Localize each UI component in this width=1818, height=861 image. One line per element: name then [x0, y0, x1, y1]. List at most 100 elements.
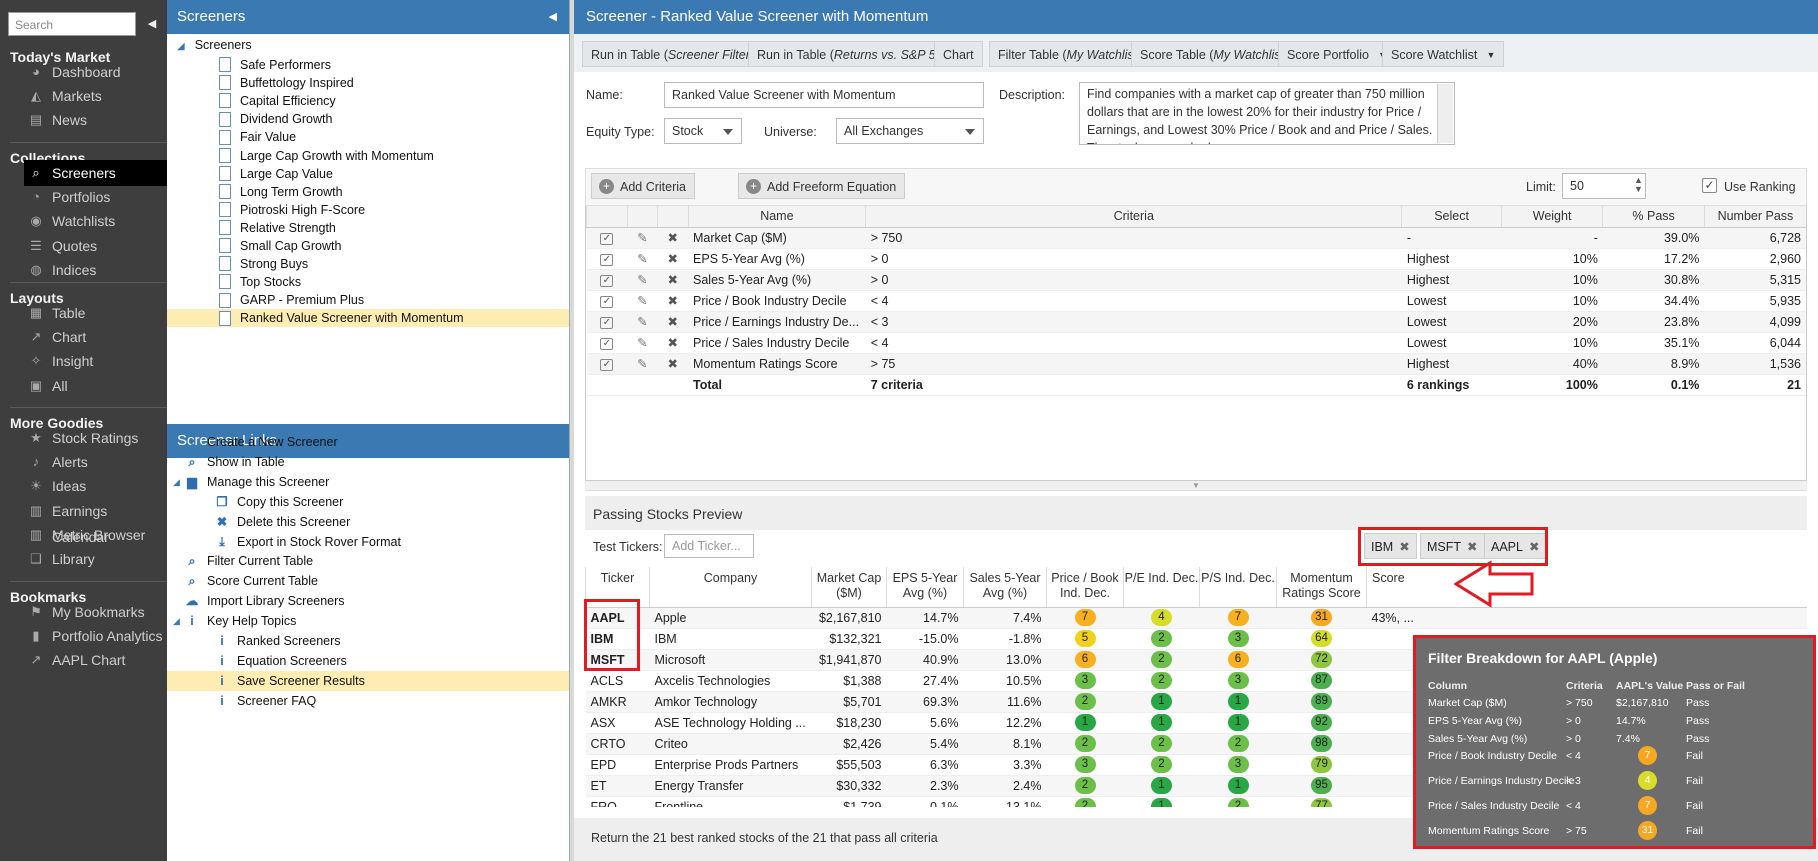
screener-item[interactable]: Buffettology Inspired [167, 74, 569, 92]
column-header[interactable]: Select [1401, 206, 1502, 228]
checkbox-icon[interactable]: ✓ [600, 359, 614, 371]
column-header[interactable] [586, 206, 628, 228]
edit-icon[interactable]: ✎ [627, 290, 658, 312]
checkbox-icon[interactable]: ✓ [600, 317, 614, 329]
collapse-panel-icon[interactable]: ◀ [549, 0, 557, 34]
edit-icon[interactable]: ✎ [627, 248, 658, 270]
column-header[interactable]: Momentum Ratings Score [1276, 567, 1367, 608]
nav-item-dashboard[interactable]: ◕ Dashboard [24, 59, 167, 85]
delete-icon[interactable]: ✖ [657, 248, 689, 270]
criteria-row[interactable]: ✓ ✎ ✖ Momentum Ratings Score > 75 Highest 40% 8… [586, 353, 1806, 375]
nav-item-library[interactable]: ❑ Library [24, 546, 167, 572]
nav-item-news[interactable]: ▤ News [24, 107, 167, 133]
screener-item[interactable]: Capital Efficiency [167, 92, 569, 110]
checkbox-icon[interactable]: ✓ [600, 233, 614, 245]
nav-item-ideas[interactable]: ☀ Ideas [24, 473, 167, 499]
screener-item[interactable]: Large Cap Growth with Momentum [167, 147, 569, 165]
checkbox-icon[interactable]: ✓ [600, 275, 614, 287]
nav-item-insight[interactable]: ✧ Insight [24, 348, 167, 374]
column-header[interactable]: P/E Ind. Dec. [1123, 567, 1200, 608]
screener-item[interactable]: Strong Buys [167, 255, 569, 273]
column-header[interactable]: Weight [1500, 206, 1603, 228]
edit-icon[interactable]: ✎ [627, 353, 658, 375]
checkbox-icon[interactable]: ✓ [600, 296, 614, 308]
checkbox-icon[interactable]: ✓ [600, 338, 614, 350]
column-header[interactable]: Company [649, 567, 812, 608]
column-header[interactable]: Name [687, 206, 866, 228]
toolbar-button-6[interactable]: Score Watchlist ▼ [1382, 41, 1505, 67]
link-score-current-table[interactable]: ⌕ Score Current Table [167, 571, 569, 591]
nav-item-stock-ratings[interactable]: ★ Stock Ratings [24, 425, 167, 451]
screener-item[interactable]: Top Stocks [167, 273, 569, 291]
collapse-nav-icon[interactable]: ◀ [142, 13, 162, 35]
edit-icon[interactable]: ✎ [627, 332, 658, 354]
column-header[interactable]: EPS 5-Year Avg (%) [886, 567, 964, 608]
screener-item[interactable]: Dividend Growth [167, 110, 569, 128]
link-create-a-new-screener[interactable]: + Create a New Screener [167, 432, 569, 452]
toolbar-button-1[interactable]: Run in Table (Returns vs. S&P 500) [748, 41, 963, 67]
row-checkbox-cell[interactable]: ✓ [586, 290, 628, 312]
row-checkbox-cell[interactable]: ✓ [586, 227, 628, 249]
nav-item-alerts[interactable]: ♪ Alerts [24, 449, 167, 475]
toolbar-button-5[interactable]: Score Portfolio▼ [1278, 41, 1396, 67]
row-checkbox-cell[interactable]: ✓ [586, 248, 628, 270]
ticker-cell[interactable]: FRO [585, 796, 650, 807]
description-scrollbar[interactable] [1437, 84, 1453, 143]
row-checkbox-cell[interactable]: ✓ [586, 353, 628, 375]
nav-item-portfolios[interactable]: ◔ Portfolios [24, 184, 167, 210]
delete-icon[interactable]: ✖ [657, 227, 689, 249]
add-ticker-input[interactable]: Add Ticker... [664, 534, 754, 558]
delete-icon[interactable]: ✖ [657, 290, 689, 312]
splitter-handle[interactable]: ▼ [585, 481, 1807, 491]
criteria-row[interactable]: ✓ ✎ ✖ Price / Earnings Industry De... < 3 Low… [586, 311, 1806, 333]
screener-item[interactable]: Large Cap Value [167, 165, 569, 183]
screener-item[interactable]: Fair Value [167, 128, 569, 146]
column-header[interactable]: Number Pass [1703, 206, 1806, 228]
delete-icon[interactable]: ✖ [657, 353, 689, 375]
edit-icon[interactable]: ✎ [627, 227, 658, 249]
name-field[interactable]: Ranked Value Screener with Momentum [664, 82, 984, 108]
screener-item[interactable]: Safe Performers [167, 56, 569, 74]
link-copy-this-screener[interactable]: ❐ Copy this Screener [167, 492, 569, 512]
nav-item-aapl-chart[interactable]: ↗ AAPL Chart [24, 647, 167, 673]
description-field[interactable]: Find companies with a market cap of grea… [1079, 82, 1455, 145]
column-header[interactable] [657, 206, 689, 228]
column-header[interactable]: P/S Ind. Dec. [1199, 567, 1277, 608]
link-delete-this-screener[interactable]: ✖ Delete this Screener [167, 512, 569, 532]
link-import-library-screeners[interactable]: ☁ Import Library Screeners [167, 591, 569, 611]
equity-type-select[interactable]: Stock [664, 118, 742, 144]
link-equation-screeners[interactable]: i Equation Screeners [167, 651, 569, 671]
toolbar-button-2[interactable]: Chart [934, 41, 983, 67]
screener-item[interactable]: Relative Strength [167, 219, 569, 237]
screener-item[interactable]: Long Term Growth [167, 183, 569, 201]
toolbar-button-3[interactable]: Filter Table (My Watchlist) [989, 41, 1151, 67]
nav-item-indices[interactable]: ◍ Indices [24, 257, 167, 283]
link-ranked-screeners[interactable]: i Ranked Screeners [167, 631, 569, 651]
nav-item-watchlists[interactable]: ◉ Watchlists [24, 208, 167, 234]
add-criteria-button[interactable]: + Add Criteria [591, 173, 695, 199]
row-checkbox-cell[interactable]: ✓ [586, 269, 628, 291]
nav-item-earnings-calendar[interactable]: ▥ Earnings Calendar [24, 498, 167, 545]
criteria-row[interactable]: ✓ ✎ ✖ EPS 5-Year Avg (%) > 0 Highest 10% 17.2% 2… [586, 248, 1806, 270]
add-equation-button[interactable]: + Add Freeform Equation [738, 173, 906, 199]
nav-item-markets[interactable]: ◭ Markets [24, 83, 167, 109]
tree-root-screeners[interactable]: ◢ Screeners [177, 35, 567, 56]
ticker-cell[interactable]: ACLS [585, 670, 650, 692]
row-checkbox-cell[interactable]: ✓ [586, 332, 628, 354]
table-row[interactable]: AAPL Apple $2,167,810 14.7% 7.4% 7 4 7 31 43%, ..… [585, 607, 1807, 629]
criteria-row[interactable]: ✓ ✎ ✖ Price / Book Industry Decile < 4 Lowest… [586, 290, 1806, 312]
column-header[interactable]: Criteria [865, 206, 1402, 228]
toolbar-button-4[interactable]: Score Table (My Watchlist) [1131, 41, 1298, 67]
delete-icon[interactable]: ✖ [657, 269, 689, 291]
nav-item-portfolio-analytics[interactable]: ▮ Portfolio Analytics [24, 623, 167, 649]
toolbar-button-0[interactable]: Run in Table (Screener Filters) [582, 41, 770, 67]
ticker-cell[interactable]: EPD [585, 754, 650, 776]
link-save-screener-results[interactable]: i Save Screener Results [167, 670, 569, 691]
screener-item[interactable]: Piotroski High F-Score [167, 201, 569, 219]
ticker-cell[interactable]: AMKR [585, 691, 650, 713]
column-header[interactable]: % Pass [1602, 206, 1705, 228]
link-export-in-stock-rover-format[interactable]: ⤓ Export in Stock Rover Format [167, 532, 569, 552]
nav-item-chart[interactable]: ↗ Chart [24, 324, 167, 350]
nav-item-table[interactable]: ▦ Table [24, 300, 167, 326]
edit-icon[interactable]: ✎ [627, 269, 658, 291]
